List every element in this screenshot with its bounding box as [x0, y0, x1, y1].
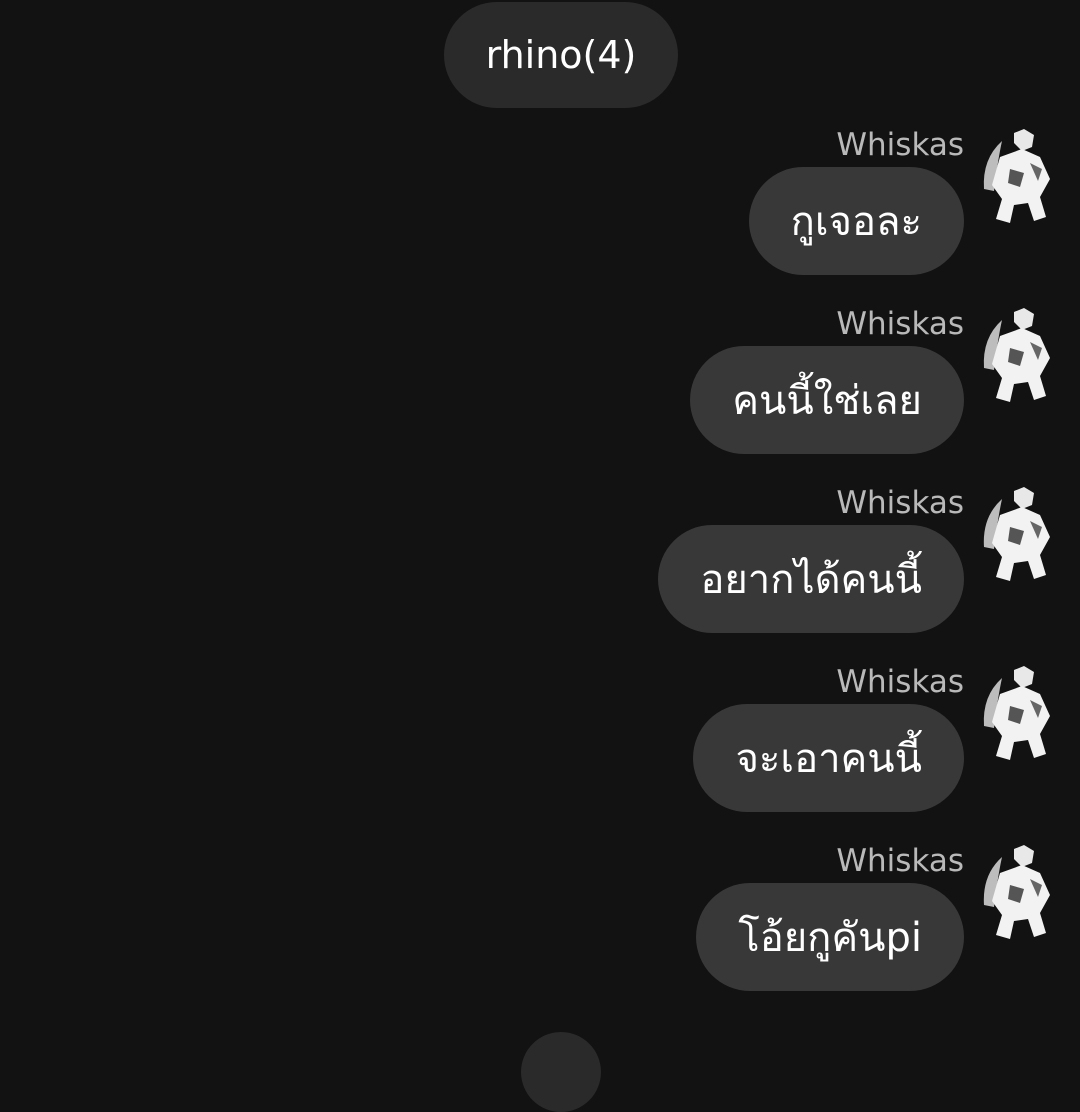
chat-title: rhino(4) [485, 33, 637, 77]
sender-name: Whiskas [836, 306, 964, 342]
message-bubble[interactable]: โอ้ยกูคันpi [696, 883, 964, 991]
avatar-icon[interactable] [980, 308, 1056, 404]
sender-name: Whiskas [836, 127, 964, 163]
message-bubble[interactable]: กูเจอละ [748, 167, 964, 275]
message-bubble[interactable]: อยากได้คนนี้ [658, 525, 964, 633]
scroll-indicator[interactable] [521, 1032, 601, 1112]
message-row: Whiskas โอ้ยกูคันpi [0, 843, 1080, 1022]
message-bubble[interactable]: จะเอาคนนี้ [693, 704, 964, 812]
avatar-icon[interactable] [980, 845, 1056, 941]
sender-name: Whiskas [836, 843, 964, 879]
message-row: Whiskas คนนี้ใช่เลย [0, 306, 1080, 485]
avatar-icon[interactable] [980, 666, 1056, 762]
message-row: Whiskas กูเจอละ [0, 127, 1080, 306]
avatar-icon[interactable] [980, 487, 1056, 583]
chat-title-pill[interactable]: rhino(4) [444, 2, 678, 108]
sender-name: Whiskas [836, 485, 964, 521]
message-bubble[interactable]: คนนี้ใช่เลย [690, 346, 964, 454]
avatar-icon[interactable] [980, 129, 1056, 225]
message-row: Whiskas จะเอาคนนี้ [0, 664, 1080, 843]
message-row: Whiskas อยากได้คนนี้ [0, 485, 1080, 664]
sender-name: Whiskas [836, 664, 964, 700]
